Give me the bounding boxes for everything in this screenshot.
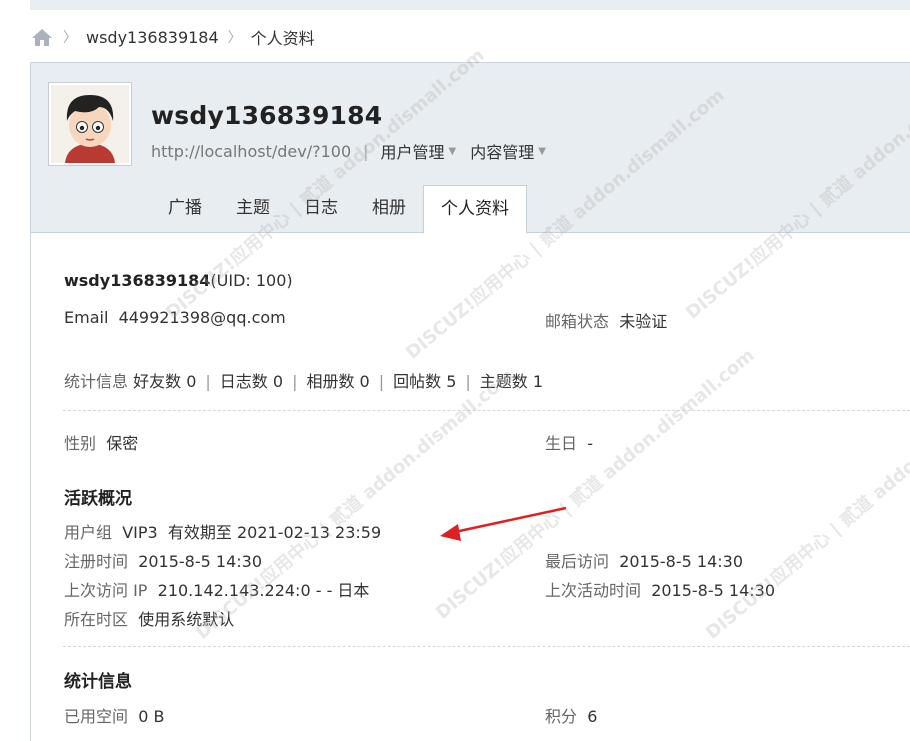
last-visit-row: 最后访问 2015-8-5 14:30 [545, 548, 743, 572]
last-ip-label: 上次访问 IP [64, 581, 148, 600]
stat-threads-link[interactable]: 主题数 1 [480, 372, 543, 391]
divider: | [465, 372, 471, 391]
space-value: 0 B [138, 707, 165, 726]
stat-friends-link[interactable]: 好友数 0 [133, 372, 196, 391]
reg-time-label: 注册时间 [64, 552, 129, 571]
email-status-label: 邮箱状态 [545, 312, 610, 331]
breadcrumb-separator-icon: 〉 [227, 30, 242, 46]
last-active-value: 2015-8-5 14:30 [651, 581, 776, 600]
email-value: 449921398@qq.com [118, 308, 286, 327]
stats-label: 统计信息 [64, 372, 129, 391]
profile-username: wsdy136839184 [151, 101, 383, 130]
gender-value: 保密 [106, 434, 139, 453]
profile-url-link[interactable]: http://localhost/dev/?100 [151, 142, 351, 161]
usergroup-label: 用户组 [64, 523, 113, 542]
birthday-row: 生日 - [545, 430, 593, 454]
breadcrumb: 〉 wsdy136839184 〉 个人资料 [30, 24, 315, 50]
expire-value: 2021-02-13 23:59 [236, 523, 382, 542]
caret-down-icon: ▼ [538, 145, 546, 157]
breadcrumb-current: 个人资料 [250, 29, 315, 48]
breadcrumb-user-link[interactable]: wsdy136839184 [86, 28, 219, 47]
tab-blog[interactable]: 日志 [287, 185, 355, 233]
last-visit-value: 2015-8-5 14:30 [619, 552, 744, 571]
content-manage-menu[interactable]: 内容管理 ▼ [470, 139, 546, 163]
top-strip [30, 0, 910, 10]
profile-panel: wsdy136839184 http://localhost/dev/?100 … [30, 62, 910, 741]
tab-profile[interactable]: 个人资料 [423, 185, 527, 234]
stats-row: 统计信息 好友数 0 | 日志数 0 | 相册数 0 | 回帖数 5 | 主题数 1 [64, 368, 543, 392]
section-divider [63, 646, 910, 647]
avatar-image [51, 85, 129, 163]
tab-broadcast[interactable]: 广播 [151, 185, 219, 233]
timezone-value: 使用系统默认 [138, 610, 235, 629]
avatar[interactable] [48, 82, 132, 166]
space-label: 已用空间 [64, 707, 129, 726]
activity-section-title: 活跃概况 [64, 489, 132, 509]
usergroup-row: 用户组 VIP3 有效期至 2021-02-13 23:59 [64, 519, 381, 543]
profile-uid: (UID: 100) [210, 271, 293, 290]
divider: | [205, 372, 211, 391]
stat-blogs-link[interactable]: 日志数 0 [220, 372, 283, 391]
email-status-value: 未验证 [619, 312, 668, 331]
space-row: 已用空间 0 B [64, 703, 164, 727]
section-divider [63, 410, 910, 411]
reg-time-value: 2015-8-5 14:30 [138, 552, 263, 571]
profile-title-name: wsdy136839184 [64, 271, 211, 290]
divider: | [363, 141, 369, 161]
credit-value: 6 [587, 707, 598, 726]
user-manage-label: 用户管理 [380, 143, 445, 162]
tab-threads[interactable]: 主题 [219, 185, 287, 233]
birthday-label: 生日 [545, 434, 578, 453]
credit-label: 积分 [545, 707, 578, 726]
last-ip-row: 上次访问 IP 210.142.143.224:0 - - 日本 [64, 577, 369, 601]
profile-links: http://localhost/dev/?100 | 用户管理 ▼ 内容管理 … [151, 139, 560, 163]
breadcrumb-separator-icon: 〉 [63, 30, 77, 46]
birthday-value: - [587, 434, 593, 453]
divider: | [292, 372, 298, 391]
email-label: Email [64, 308, 109, 327]
user-manage-menu[interactable]: 用户管理 ▼ [381, 139, 457, 163]
home-icon[interactable] [30, 27, 54, 47]
expire-label: 有效期至 [167, 523, 232, 542]
gender-label: 性别 [64, 434, 97, 453]
timezone-label: 所在时区 [64, 610, 129, 629]
profile-tabs: 广播 主题 日志 相册 个人资料 [151, 185, 527, 234]
stat-section-title: 统计信息 [64, 672, 132, 692]
gender-row: 性别 保密 [64, 430, 138, 454]
content-manage-label: 内容管理 [470, 143, 535, 162]
stat-replies-link[interactable]: 回帖数 5 [393, 372, 456, 391]
reg-time-row: 注册时间 2015-8-5 14:30 [64, 548, 262, 572]
profile-title-row: wsdy136839184(UID: 100) [64, 271, 293, 290]
usergroup-value[interactable]: VIP3 [122, 523, 158, 542]
tab-album[interactable]: 相册 [355, 185, 423, 233]
stat-albums-link[interactable]: 相册数 0 [306, 372, 369, 391]
timezone-row: 所在时区 使用系统默认 [64, 606, 234, 630]
last-active-row: 上次活动时间 2015-8-5 14:30 [545, 577, 775, 601]
last-visit-label: 最后访问 [545, 552, 610, 571]
last-active-label: 上次活动时间 [545, 581, 642, 600]
last-ip-value: 210.142.143.224:0 - - 日本 [157, 581, 370, 600]
profile-header: wsdy136839184 http://localhost/dev/?100 … [31, 63, 910, 234]
divider: | [378, 372, 385, 391]
email-status-row: 邮箱状态 未验证 [545, 308, 667, 332]
profile-content: wsdy136839184(UID: 100) Email 449921398@… [31, 234, 910, 741]
credit-row: 积分 6 [545, 703, 597, 727]
caret-down-icon: ▼ [448, 145, 457, 157]
email-row: Email 449921398@qq.com [64, 308, 286, 327]
